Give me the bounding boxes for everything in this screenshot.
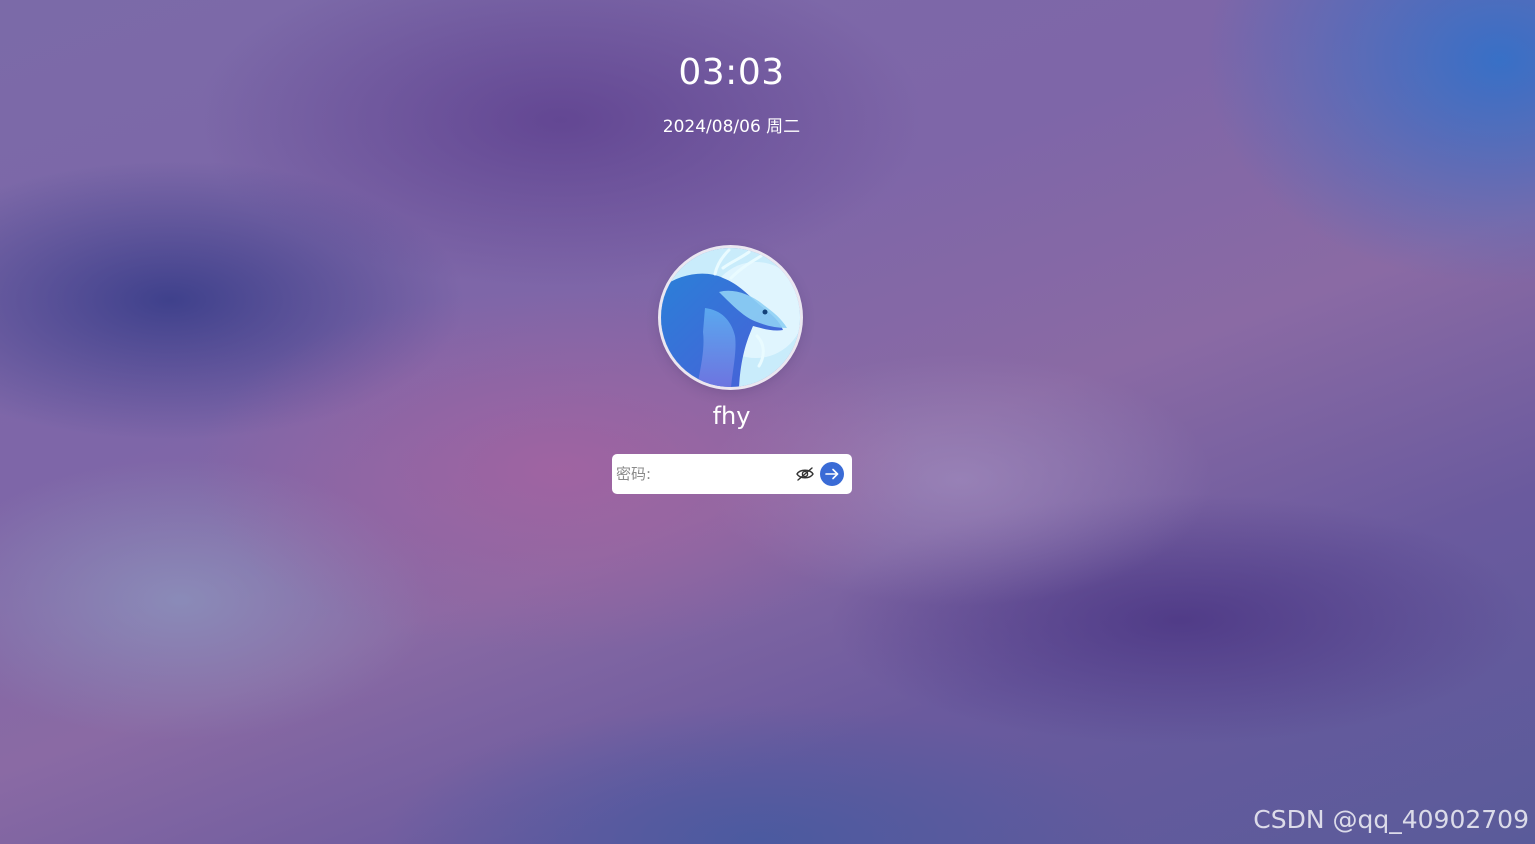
submit-button[interactable]: [820, 462, 844, 486]
date: 2024/08/06 周二: [662, 117, 801, 137]
password-input[interactable]: [612, 454, 792, 494]
clock: 03:03: [678, 52, 785, 93]
watermark: CSDN @qq_40902709: [1253, 805, 1529, 834]
dragon-avatar-icon: [661, 248, 800, 387]
eye-slash-icon[interactable]: [795, 466, 815, 482]
password-field: [612, 454, 852, 494]
user-avatar[interactable]: [661, 248, 800, 387]
arrow-right-icon: [825, 468, 839, 480]
username-label: fhy: [712, 402, 751, 430]
lock-screen: 03:03 2024/08/06 周二 fhy CSDN @qq_4090270…: [0, 0, 1535, 844]
